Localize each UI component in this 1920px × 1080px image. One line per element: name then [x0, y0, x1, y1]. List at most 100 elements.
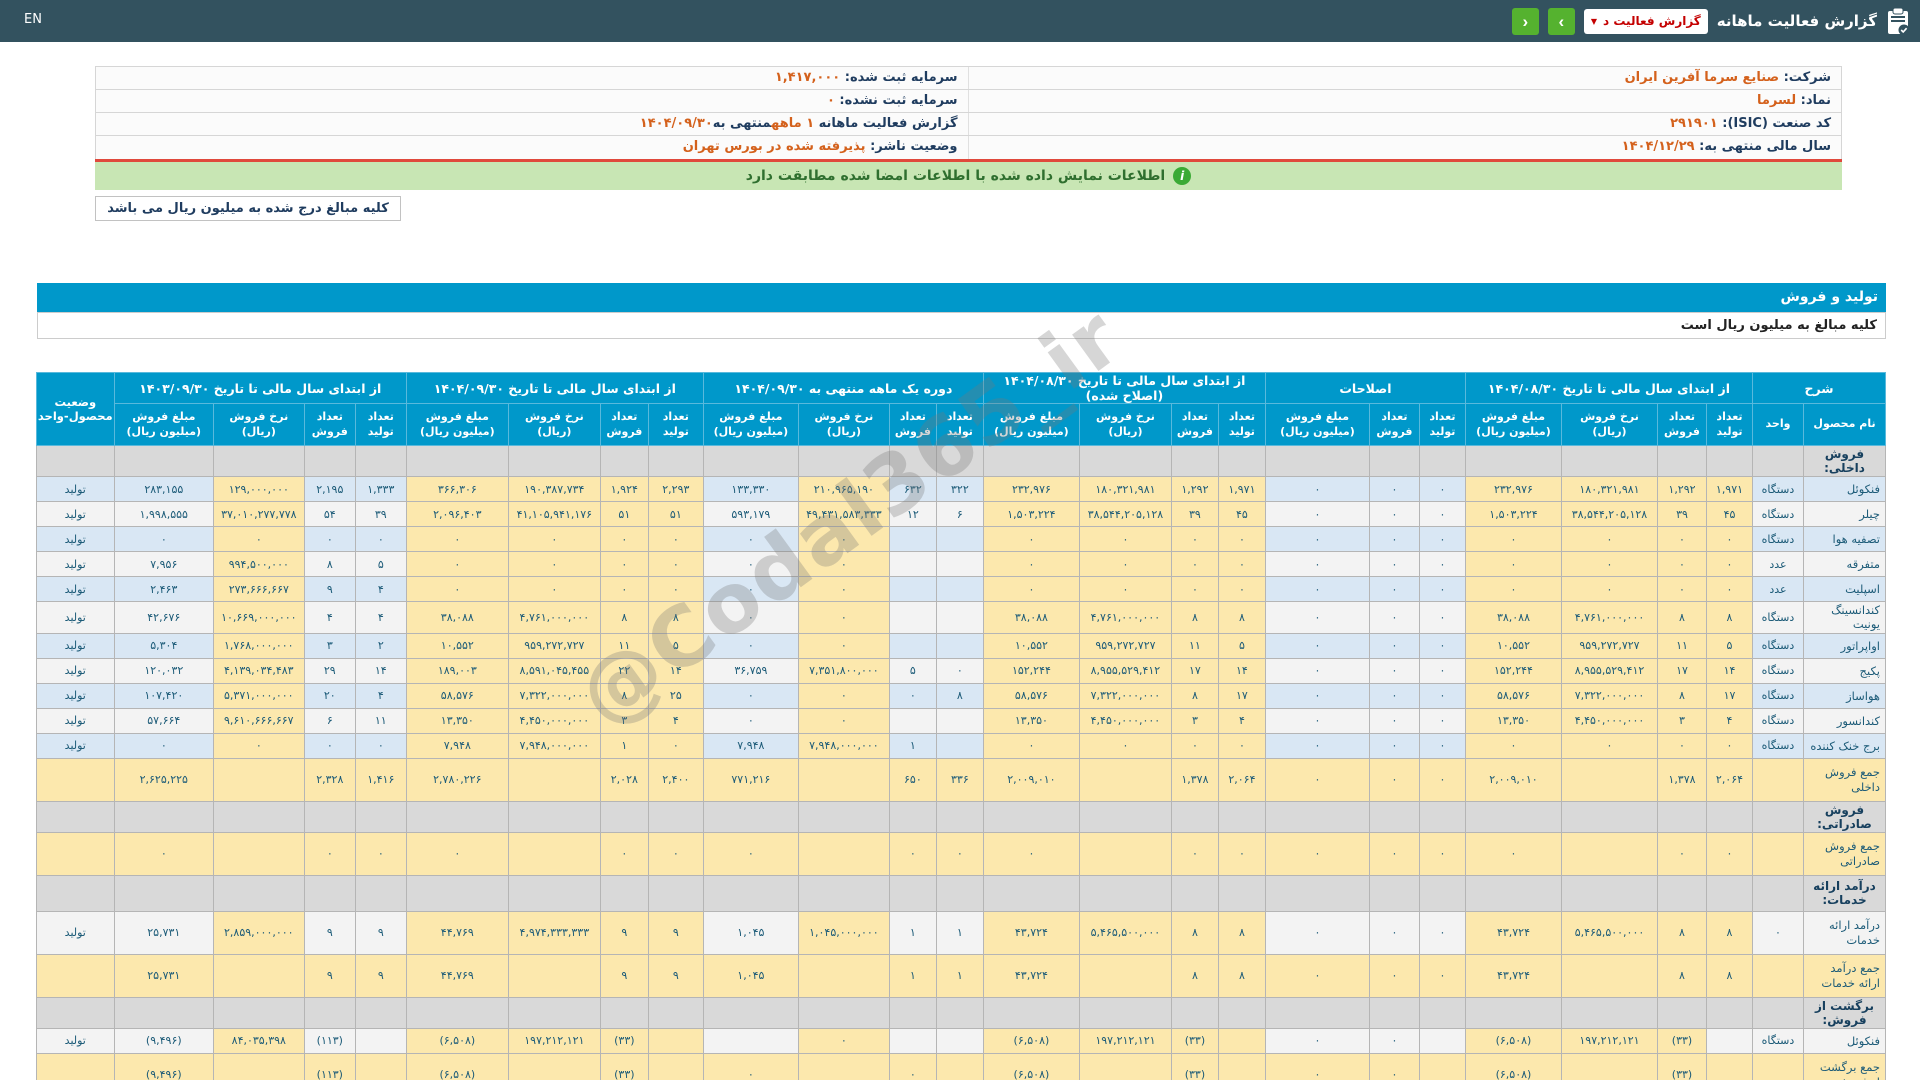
table-cell: ۰	[1418, 476, 1466, 502]
table-cell: فروش صادراتی:	[1803, 800, 1886, 833]
table-cell	[212, 800, 305, 833]
table-cell: ۱۹۷,۲۱۲,۱۲۱	[507, 1027, 601, 1054]
table-cell: ۰	[113, 831, 214, 876]
table-cell	[647, 996, 704, 1029]
table-cell: ۰	[1656, 526, 1707, 552]
report-type-dropdown[interactable]: گزارش فعالیت د ▼	[1583, 8, 1708, 34]
table-cell	[1418, 996, 1466, 1029]
table-cell	[405, 874, 509, 912]
table-cell: ۲,۴۰۰	[647, 757, 704, 802]
table-cell: ۰	[1705, 831, 1753, 876]
table-cell: ۱۲	[888, 501, 937, 527]
table-cell	[113, 996, 214, 1029]
table-cell: ۰	[1418, 831, 1466, 876]
table-cell: ۸	[599, 601, 649, 634]
table-cell: ۰	[507, 576, 601, 602]
table-cell: ۰	[1264, 632, 1370, 659]
table-cell: چیلر	[1803, 501, 1886, 527]
table-cell	[935, 800, 984, 833]
table-cell: ۳	[599, 707, 649, 734]
table-cell: ۵۱	[599, 501, 649, 527]
table-cell	[1751, 800, 1805, 833]
table-cell: ۷,۹۴۸	[405, 732, 509, 759]
table-cell: ۰	[1217, 526, 1266, 552]
language-toggle[interactable]: EN	[24, 12, 42, 27]
table-cell: ۰	[1264, 551, 1370, 577]
column-header: تعداد تولید	[1418, 403, 1466, 446]
table-cell	[405, 996, 509, 1029]
table-cell: ۱۱	[1656, 632, 1707, 659]
table-cell: ۱۳,۳۵۰	[405, 707, 509, 734]
table-cell: دستگاه	[1751, 657, 1805, 684]
table-cell: ۳۸,۵۴۴,۲۰۵,۱۲۸	[1078, 501, 1172, 527]
table-cell: ۰	[702, 526, 799, 552]
table-cell: ۳۸,۵۴۴,۲۰۵,۱۲۸	[1560, 501, 1658, 527]
table-cell: (۹,۴۹۶)	[113, 1027, 214, 1054]
table-cell: ۱,۳۳۳	[354, 476, 407, 502]
info-label: وضعیت ناشر:	[865, 139, 958, 154]
table-cell: ۳	[303, 632, 356, 659]
table-cell: ۰	[888, 682, 937, 709]
production-sales-table: شرح از ابتدای سال مالی تا تاریخ ۱۴۰۴/۰۸/۳…	[35, 372, 1887, 1080]
table-cell: پکیج	[1803, 657, 1886, 684]
table-cell	[1560, 800, 1658, 833]
production-sales-table-wrap: شرح از ابتدای سال مالی تا تاریخ ۱۴۰۴/۰۸/۳…	[34, 372, 1887, 1080]
table-cell: ۸	[1170, 682, 1219, 709]
table-cell: ۰	[1656, 831, 1707, 876]
table-cell	[935, 632, 984, 659]
table-cell: ۴	[1705, 707, 1753, 734]
next-report-button[interactable]: ›	[1547, 7, 1575, 35]
table-cell	[1560, 831, 1658, 876]
table-cell	[1560, 874, 1658, 912]
table-cell: ۳	[1170, 707, 1219, 734]
table-row: کندانسینگ یونیت دستگاه ۸ ۸ ۴,۷۶۱,۰۰۰,۰۰۰ ۳۸,۰…	[35, 601, 1886, 634]
million-note-box: کلیه مبالغ درج شده به میلیون ریال می باش…	[95, 196, 401, 221]
table-cell: دستگاه	[1751, 632, 1805, 659]
column-header: نرخ فروش (ریال)	[507, 403, 601, 446]
table-cell: ۸	[1217, 953, 1266, 998]
table-cell: ۰	[982, 526, 1080, 552]
table-cell: ۲۱۰,۹۶۵,۱۹۰	[797, 476, 890, 502]
info-cell-left: سرمایه ثبت نشده: ۰	[96, 90, 969, 112]
table-cell: ۸	[1656, 682, 1707, 709]
table-row: برگشت از فروش:	[35, 996, 1886, 1029]
table-cell	[888, 526, 937, 552]
table-cell: دستگاه	[1751, 501, 1805, 527]
table-cell: ۰	[1418, 576, 1466, 602]
table-cell: ۰	[702, 551, 799, 577]
table-cell: ۱,۵۰۳,۲۲۴	[1464, 501, 1562, 527]
table-cell	[405, 445, 509, 477]
table-cell: ۳۲۲	[935, 476, 984, 502]
table-row: فنکوئل دستگاه ۱,۹۷۱ ۱,۲۹۲ ۱۸۰,۳۲۱,۹۸۱ ۲۳۲,۹۷۶…	[35, 476, 1886, 502]
table-cell: تولید	[35, 476, 115, 502]
table-cell: ۰	[647, 831, 704, 876]
table-cell: درآمد ارائه خدمات:	[1803, 874, 1886, 912]
table-cell	[1656, 445, 1707, 477]
table-cell	[1170, 445, 1219, 477]
table-cell: ۷,۳۲۲,۰۰۰,۰۰۰	[507, 682, 601, 709]
table-cell	[1170, 996, 1219, 1029]
table-cell: تولید	[35, 526, 115, 552]
table-cell: ۸	[1170, 910, 1219, 955]
table-cell	[797, 757, 890, 802]
table-cell: ۰	[935, 831, 984, 876]
table-cell: ۰	[1418, 657, 1466, 684]
table-cell: ۷,۳۲۲,۰۰۰,۰۰۰	[1560, 682, 1658, 709]
prev-report-button[interactable]: ‹	[1511, 7, 1539, 35]
table-cell	[354, 445, 407, 477]
table-cell: ۹	[303, 953, 356, 998]
table-cell	[1217, 1027, 1266, 1054]
table-cell: ۲۲	[599, 657, 649, 684]
table-cell: ۲۵,۷۳۱	[113, 910, 214, 955]
column-header: نرخ فروش (ریال)	[1078, 403, 1172, 446]
column-header: مبلغ فروش (میلیون ریال)	[982, 403, 1080, 446]
table-cell: ۵	[354, 551, 407, 577]
table-cell: ۴	[647, 707, 704, 734]
table-cell	[1656, 800, 1707, 833]
table-cell: (۶,۵۰۸)	[405, 1027, 509, 1054]
table-row: فروش داخلی:	[35, 445, 1886, 477]
table-cell: (۳۳)	[599, 1052, 649, 1080]
table-cell: ۰	[1078, 526, 1172, 552]
table-cell: ۱	[599, 732, 649, 759]
table-cell: ۰	[1418, 757, 1466, 802]
